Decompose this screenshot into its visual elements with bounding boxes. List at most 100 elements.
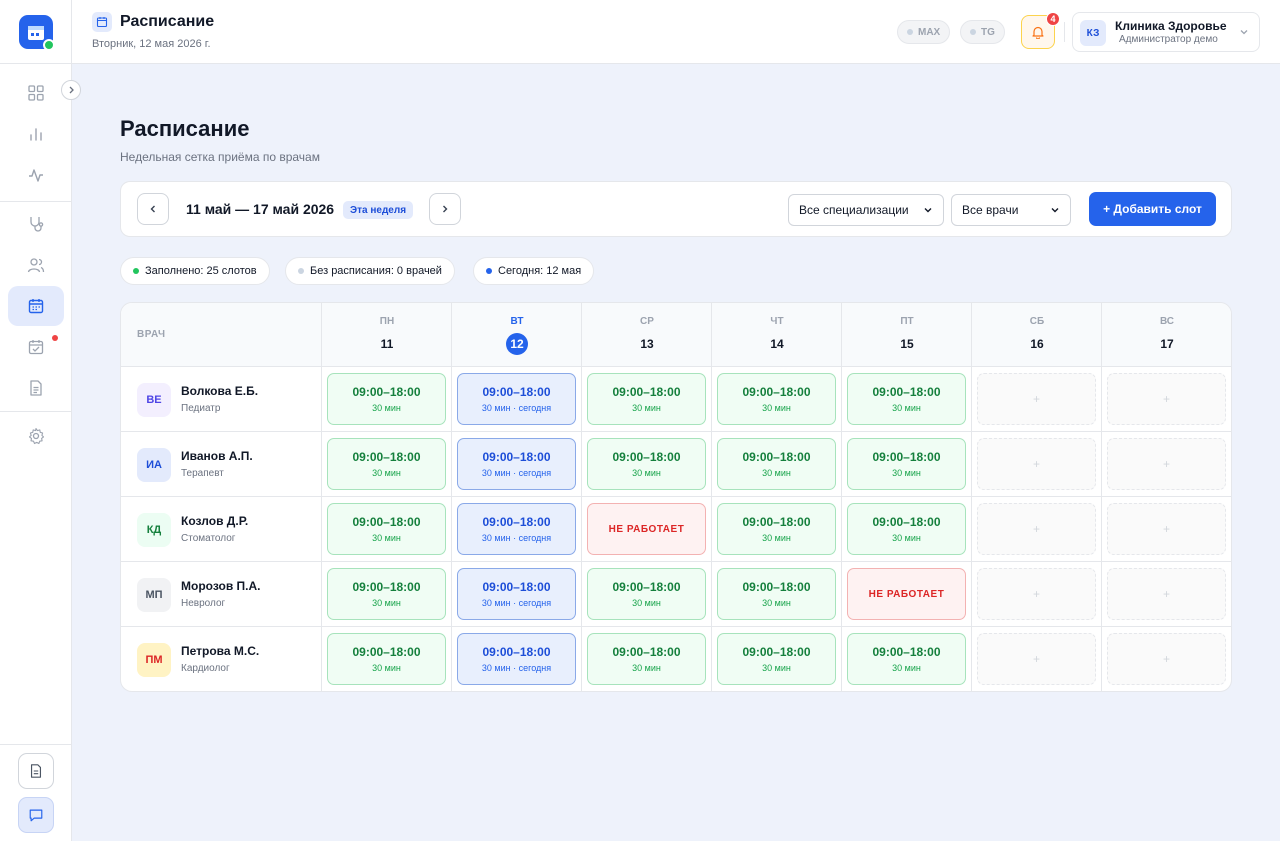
work-slot[interactable]: 09:00–18:00 30 мин: [717, 373, 836, 425]
slot-time: 09:00–18:00: [482, 385, 551, 399]
work-slot[interactable]: 09:00–18:00 30 мин: [847, 438, 966, 490]
work-slot[interactable]: 09:00–18:00 30 мин: [327, 633, 446, 685]
doctor-specialty: Педиатр: [181, 403, 221, 414]
slot-duration: 30 мин: [372, 403, 401, 413]
work-slot[interactable]: 09:00–18:00 30 мин: [717, 568, 836, 620]
account-avatar: КЗ: [1080, 20, 1106, 46]
chevron-down-icon: [1051, 208, 1059, 213]
slot-duration: 30 мин: [372, 598, 401, 608]
add-slot-cell[interactable]: +: [1107, 633, 1226, 685]
work-slot[interactable]: 09:00–18:00 30 мин: [587, 438, 706, 490]
work-slot[interactable]: 09:00–18:00 30 мин: [327, 568, 446, 620]
add-slot-cell[interactable]: +: [977, 633, 1096, 685]
today-slot[interactable]: 09:00–18:00 30 мин · сегодня: [457, 503, 576, 555]
work-slot[interactable]: 09:00–18:00 30 мин: [327, 503, 446, 555]
docs-button[interactable]: [18, 753, 54, 789]
work-slot[interactable]: 09:00–18:00 30 мин: [587, 633, 706, 685]
day-of-week: ПН: [379, 316, 395, 327]
calendar-check-icon: [28, 340, 44, 355]
doctor-name: Волкова Е.Б.: [181, 384, 259, 398]
table-row: КД Козлов Д.Р. Стоматолог 09:00–18:00 30 мин…: [121, 497, 1231, 562]
next-week-button[interactable]: [429, 193, 461, 225]
slot-time: 09:00–18:00: [352, 450, 421, 464]
nav-documents[interactable]: [8, 368, 64, 408]
nav-schedule[interactable]: [8, 286, 64, 326]
page-title: Расписание: [120, 116, 250, 141]
prev-week-button[interactable]: [137, 193, 169, 225]
nav-appointments[interactable]: [8, 327, 64, 367]
slot-time: 09:00–18:00: [742, 385, 811, 399]
bar-chart-icon: [30, 128, 42, 141]
schedule-cell: +: [971, 432, 1101, 497]
not-working-slot[interactable]: НЕ РАБОТАЕТ: [587, 503, 706, 555]
doctor-cell[interactable]: ИА Иванов А.П. Терапевт: [121, 432, 321, 497]
settings-gear-icon: [28, 427, 45, 445]
doctor-cell[interactable]: МП Морозов П.А. Невролог: [121, 562, 321, 627]
add-slot-cell[interactable]: +: [1107, 568, 1226, 620]
work-slot[interactable]: 09:00–18:00 30 мин: [717, 503, 836, 555]
channel-max-pill[interactable]: MAX: [897, 20, 951, 44]
chat-button[interactable]: [18, 797, 54, 833]
today-slot[interactable]: 09:00–18:00 30 мин · сегодня: [457, 438, 576, 490]
app-logo[interactable]: [19, 15, 55, 51]
doctor-cell[interactable]: ПМ Петрова М.С. Кардиолог: [121, 627, 321, 691]
nav-settings[interactable]: [8, 416, 64, 456]
sidebar: [0, 0, 81, 841]
nav-doctors[interactable]: [8, 204, 64, 244]
work-slot[interactable]: 09:00–18:00 30 мин: [717, 633, 836, 685]
add-slot-button[interactable]: + Добавить слот: [1089, 192, 1216, 226]
account-switcher[interactable]: КЗ Клиника Здоровье Администратор демо: [1072, 12, 1260, 52]
add-slot-cell[interactable]: +: [1107, 373, 1226, 425]
slot-time: 09:00–18:00: [612, 450, 681, 464]
add-slot-cell[interactable]: +: [977, 373, 1096, 425]
online-status-dot: [43, 39, 55, 51]
schedule-cell: 09:00–18:00 30 мин: [321, 367, 451, 432]
status-dot-blue: [486, 268, 492, 274]
status-dot-green: [133, 268, 139, 274]
schedule-cell: 09:00–18:00 30 мин · сегодня: [451, 497, 581, 562]
nav-activity[interactable]: [8, 155, 64, 195]
work-slot[interactable]: 09:00–18:00 30 мин: [327, 373, 446, 425]
day-number: 16: [1030, 337, 1044, 351]
work-slot[interactable]: 09:00–18:00 30 мин: [587, 568, 706, 620]
work-slot[interactable]: 09:00–18:00 30 мин: [847, 503, 966, 555]
nav-analytics[interactable]: [8, 114, 64, 154]
add-slot-cell[interactable]: +: [977, 503, 1096, 555]
add-slot-cell[interactable]: +: [1107, 503, 1226, 555]
header-calendar-icon: [92, 12, 112, 32]
users-icon: [27, 258, 45, 273]
specialization-select[interactable]: Все специализации: [788, 194, 944, 226]
chevron-down-icon: [1240, 30, 1248, 35]
day-header-17: ВС 17: [1101, 303, 1231, 367]
doctor-cell[interactable]: КД Козлов Д.Р. Стоматолог: [121, 497, 321, 562]
not-working-slot[interactable]: НЕ РАБОТАЕТ: [847, 568, 966, 620]
slot-time: 09:00–18:00: [352, 515, 421, 529]
schedule-cell: 09:00–18:00 30 мин: [841, 627, 971, 691]
work-slot[interactable]: 09:00–18:00 30 мин: [327, 438, 446, 490]
add-slot-cell[interactable]: +: [977, 568, 1096, 620]
schedule-cell: 09:00–18:00 30 мин: [711, 562, 841, 627]
slot-duration: 30 мин: [762, 403, 791, 413]
channel-tg-pill[interactable]: TG: [960, 20, 1005, 44]
work-slot[interactable]: 09:00–18:00 30 мин: [587, 373, 706, 425]
today-slot[interactable]: 09:00–18:00 30 мин · сегодня: [457, 633, 576, 685]
slot-time: 09:00–18:00: [352, 645, 421, 659]
nav-dashboard[interactable]: [8, 73, 64, 113]
add-slot-cell[interactable]: +: [977, 438, 1096, 490]
doctor-cell[interactable]: ВЕ Волкова Е.Б. Педиатр: [121, 367, 321, 432]
notifications-button[interactable]: 4: [1021, 12, 1060, 49]
today-slot[interactable]: 09:00–18:00 30 мин · сегодня: [457, 568, 576, 620]
work-slot[interactable]: 09:00–18:00 30 мин: [847, 633, 966, 685]
work-slot[interactable]: 09:00–18:00 30 мин: [847, 373, 966, 425]
doctor-select[interactable]: Все врачи: [951, 194, 1071, 226]
day-header-16: СБ 16: [971, 303, 1101, 367]
nav-patients[interactable]: [8, 245, 64, 285]
channel-label: MAX: [918, 26, 941, 38]
work-slot[interactable]: 09:00–18:00 30 мин: [717, 438, 836, 490]
schedule-cell: +: [971, 497, 1101, 562]
today-slot[interactable]: 09:00–18:00 30 мин · сегодня: [457, 373, 576, 425]
sidebar-collapse-button[interactable]: [61, 80, 81, 100]
sidebar-divider: [0, 201, 72, 202]
add-slot-cell[interactable]: +: [1107, 438, 1226, 490]
schedule-cell: +: [971, 627, 1101, 691]
